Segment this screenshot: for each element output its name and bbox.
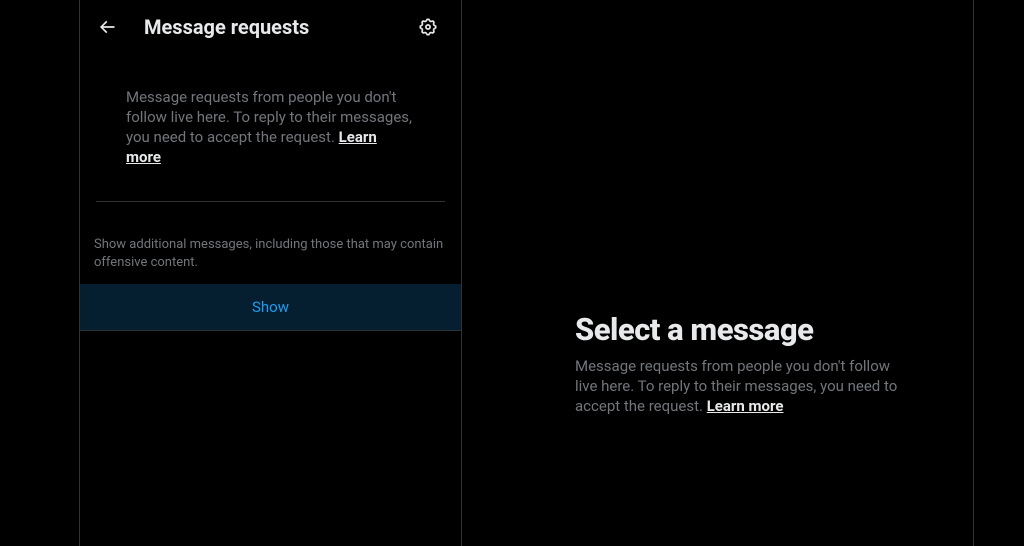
settings-button[interactable] (411, 10, 445, 44)
info-text: Message requests from people you don't f… (80, 53, 461, 187)
left-gutter (0, 0, 80, 546)
panel-header: Message requests (80, 0, 461, 53)
right-gutter (974, 0, 1024, 546)
back-button[interactable] (90, 10, 124, 44)
show-button[interactable]: Show (80, 284, 461, 331)
gear-icon (418, 17, 438, 37)
learn-more-link-right[interactable]: Learn more (707, 397, 784, 415)
additional-messages-text: Show additional messages, including thos… (80, 202, 461, 284)
message-requests-panel: Message requests Message requests from p… (80, 0, 462, 546)
select-message-text: Message requests from people you don't f… (575, 356, 913, 416)
select-message-title: Select a message (575, 311, 913, 348)
app-container: Message requests Message requests from p… (0, 0, 1024, 546)
panel-title: Message requests (144, 15, 391, 39)
message-detail-panel: Select a message Message requests from p… (462, 0, 974, 546)
arrow-left-icon (97, 17, 117, 37)
